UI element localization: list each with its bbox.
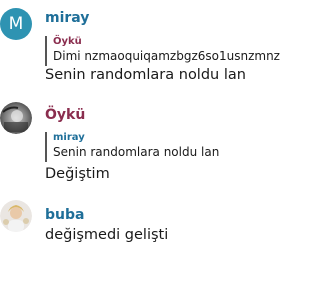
quoted-message[interactable]: miray Senin randomlara noldu lan	[45, 132, 315, 162]
avatar-letter: M	[8, 14, 24, 34]
sender-name[interactable]: buba	[45, 207, 84, 223]
message-text: Senin randomlara noldu lan	[45, 67, 246, 83]
avatar[interactable]	[0, 102, 32, 134]
message-text: değişmedi gelişti	[45, 227, 169, 243]
quote-text: Senin randomlara noldu lan	[53, 145, 220, 159]
sender-name[interactable]: Öykü	[45, 107, 85, 123]
quote-author: Öykü	[53, 36, 82, 47]
avatar-photo-icon	[0, 200, 32, 232]
sender-name[interactable]: miray	[45, 10, 89, 26]
message-text: Değiştim	[45, 166, 110, 182]
quote-text: Dimi nzmaoquiqamzbgz6so1usnzmnz	[53, 49, 280, 63]
avatar[interactable]	[0, 200, 32, 232]
avatar-photo-icon	[0, 102, 32, 134]
quoted-message[interactable]: Öykü Dimi nzmaoquiqamzbgz6so1usnzmnz	[45, 36, 315, 66]
avatar[interactable]: M	[0, 8, 32, 40]
quote-author: miray	[53, 132, 85, 143]
